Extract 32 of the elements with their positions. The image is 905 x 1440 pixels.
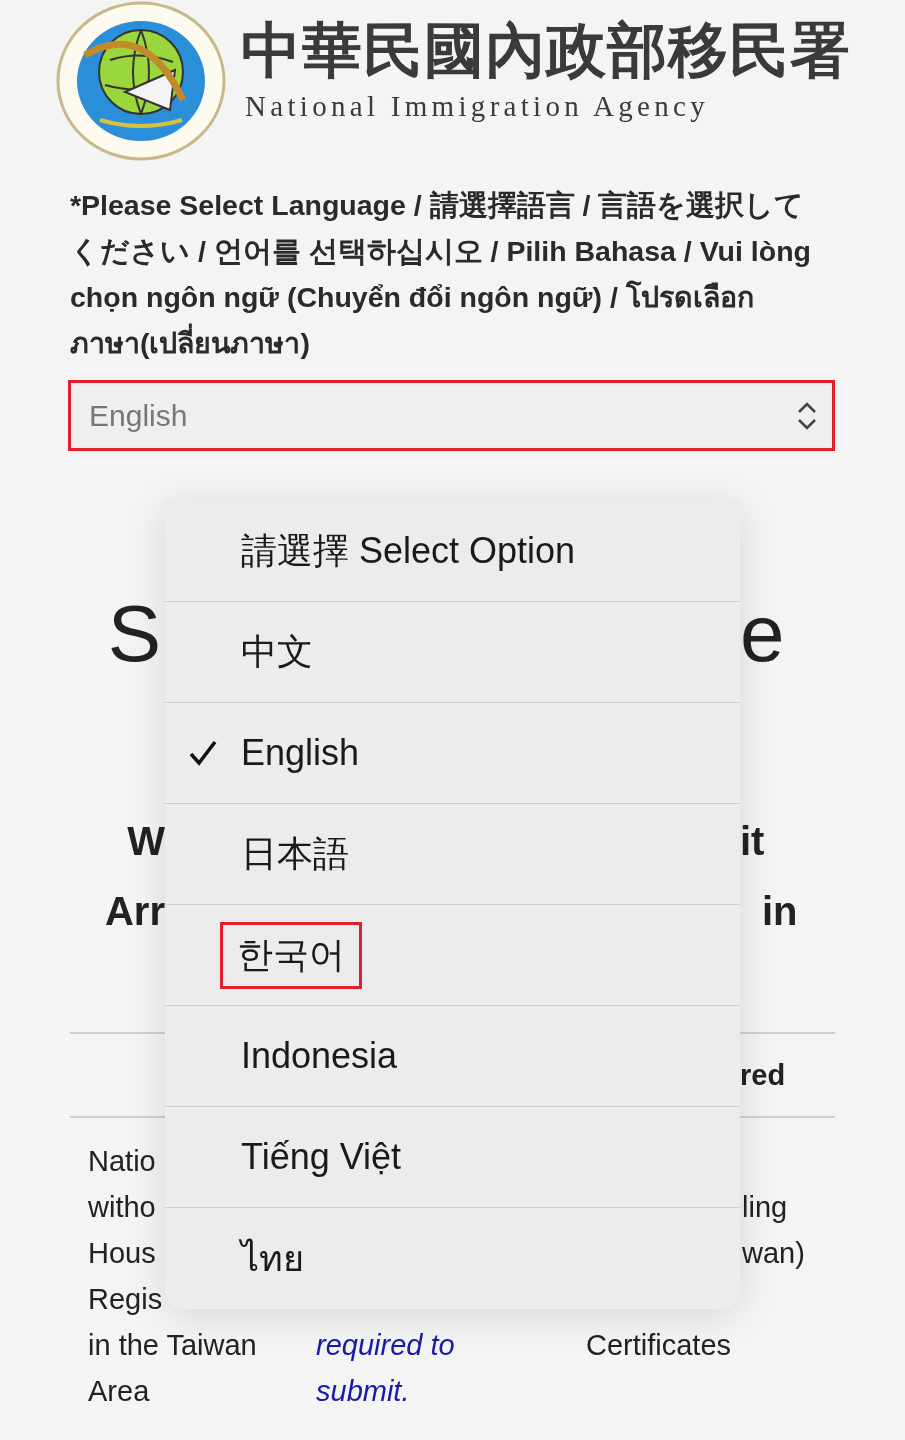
section-heading: it	[740, 818, 766, 865]
column-header: red	[740, 1058, 787, 1093]
link-text[interactable]: submit.	[316, 1368, 410, 1414]
check-icon	[189, 739, 217, 767]
page-heading: S	[106, 588, 162, 680]
section-heading: W	[126, 818, 165, 865]
section-heading: Arr	[103, 888, 165, 935]
table-cell-text: in the Taiwan	[88, 1328, 257, 1363]
table-cell-text: Regis	[88, 1282, 163, 1317]
table-cell-text: Natio	[88, 1144, 156, 1179]
menu-option[interactable]: Tiếng Việt	[234, 1127, 409, 1187]
menu-option[interactable]: English	[234, 723, 367, 783]
table-cell-text: Area	[88, 1374, 150, 1409]
menu-option[interactable]: ไทย	[234, 1221, 311, 1296]
menu-option[interactable]: 日本語	[234, 820, 356, 888]
menu-option[interactable]: Indonesia	[234, 1026, 405, 1086]
language-prompt: *Please Select Language / 請選擇語言 / 言語を選択してください / 언어를 선택하십시오 / Pilih Bahasa / Vui lòng chọn ngôn ngữ (Chuyển đổi ngôn ngữ) / โปรดเลือกภาษา(เปลี่ยนภาษา)	[70, 188, 812, 361]
page-heading: e	[740, 588, 786, 680]
table-cell-text: ling	[741, 1190, 788, 1225]
menu-option[interactable]: 請選擇 Select Option	[234, 517, 583, 585]
table-cell-text: wan)	[741, 1236, 805, 1271]
section-heading: in	[761, 888, 799, 935]
table-cell-text: witho	[88, 1190, 156, 1225]
language-select[interactable]: English	[68, 380, 835, 451]
table-cell-text: Certificates	[586, 1328, 732, 1363]
agency-subtitle: National Immigration Agency	[245, 90, 710, 123]
menu-option[interactable]: 中文	[234, 618, 320, 686]
link-text[interactable]: required to	[316, 1322, 455, 1368]
menu-option[interactable]: 한국어	[220, 921, 362, 989]
chevron-icon	[796, 400, 818, 431]
table-cell-text: Hous	[88, 1236, 156, 1271]
agency-title: 中華民國內政部移民署	[241, 17, 851, 86]
